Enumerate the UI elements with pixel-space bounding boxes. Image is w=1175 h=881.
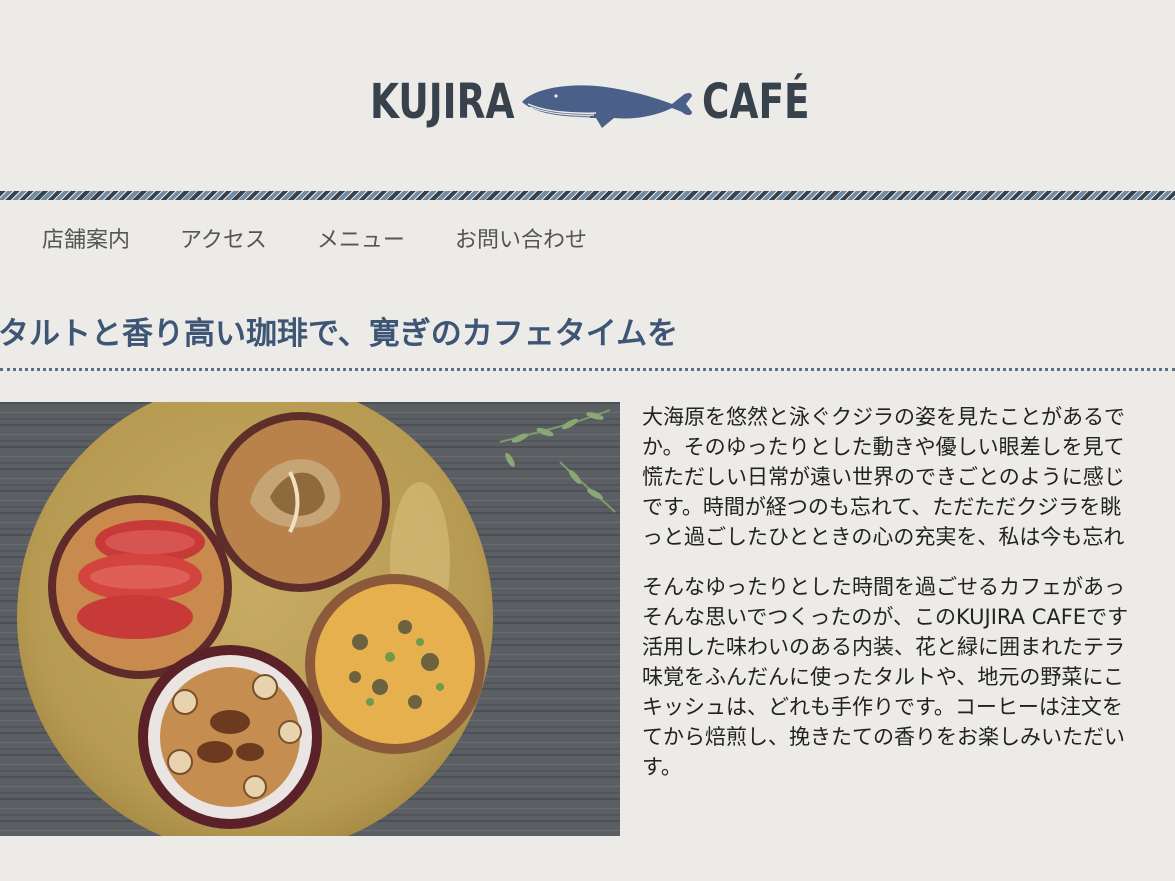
site-logo[interactable]: KUJIRA CAFÉ bbox=[370, 70, 810, 134]
intro-paragraph-1: 大海原を悠然と泳ぐクジラの姿を見たことがあるで か。そのゆったりとした動きや優し… bbox=[642, 402, 1175, 552]
logo-text-kujira: KUJIRA bbox=[370, 74, 515, 130]
intro-text: 大海原を悠然と泳ぐクジラの姿を見たことがあるで か。そのゆったりとした動きや優し… bbox=[642, 402, 1175, 881]
tarts-photo-image bbox=[0, 402, 620, 836]
whale-icon bbox=[522, 85, 692, 128]
text-line: です。時間が経つのも忘れて、ただただクジラを眺 bbox=[642, 495, 1122, 519]
nav-item-menu[interactable]: メニュー bbox=[317, 222, 405, 254]
text-line: 慌ただしい日常が遠い世界のできごとのように感じ bbox=[642, 465, 1125, 489]
nav-item-access[interactable]: アクセス bbox=[180, 222, 267, 254]
page-title: タルトと香り高い珈琲で、寛ぎのカフェタイムを bbox=[0, 316, 679, 352]
title-divider bbox=[0, 368, 1175, 371]
nav-item-store[interactable]: 店舗案内 bbox=[42, 222, 130, 254]
text-line: 味覚をふんだんに使ったタルトや、地元の野菜にこ bbox=[642, 665, 1124, 689]
tarts-photo bbox=[0, 402, 620, 836]
text-line: 大海原を悠然と泳ぐクジラの姿を見たことがあるで bbox=[642, 405, 1125, 429]
text-line: っと過ごしたひとときの心の充実を、私は今も忘れ bbox=[642, 525, 1125, 549]
intro-paragraph-2: そんなゆったりとした時間を過ごせるカフェがあっ そんな思いでつくったのが、このK… bbox=[642, 572, 1175, 782]
text-line: そんな思いでつくったのが、このKUJIRA CAFEです bbox=[642, 605, 1129, 629]
global-nav: 店舗案内 アクセス メニュー お問い合わせ bbox=[0, 200, 1175, 272]
logo-text-cafe: CAFÉ bbox=[702, 74, 810, 130]
site-header: KUJIRA CAFÉ bbox=[0, 0, 1175, 190]
rope-border bbox=[0, 191, 1175, 200]
text-line: 活用した味わいのある内装、花と緑に囲まれたテラ bbox=[642, 635, 1125, 659]
text-line: か。そのゆったりとした動きや優しい眼差しを見て bbox=[642, 435, 1125, 459]
text-line: キッシュは、どれも手作りです。コーヒーは注文を bbox=[642, 695, 1123, 719]
text-line: てから焙煎し、挽きたての香りをお楽しみいただい bbox=[642, 725, 1125, 749]
nav-item-contact[interactable]: お問い合わせ bbox=[455, 222, 587, 254]
text-line: そんなゆったりとした時間を過ごせるカフェがあっ bbox=[642, 575, 1125, 599]
text-line: す。 bbox=[642, 755, 682, 779]
